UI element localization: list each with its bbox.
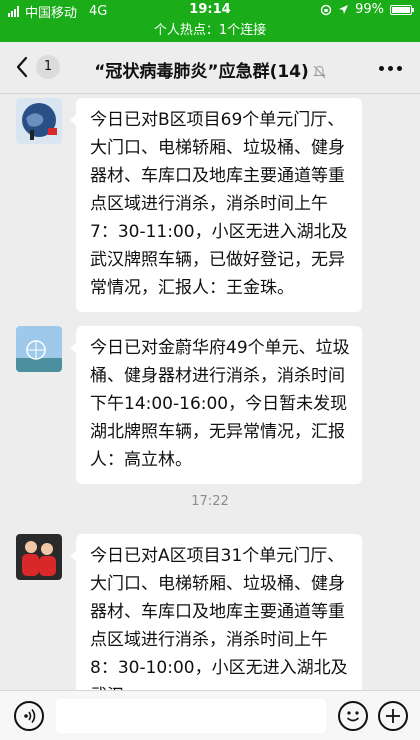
more-dot-icon [379,66,384,71]
ferris-wheel-avatar[interactable] [16,326,62,372]
status-right: 99% [320,2,414,17]
earth-avatar[interactable] [16,98,62,144]
ferris-wheel-avatar-image [16,326,62,372]
location-icon [339,5,349,14]
mute-bell-icon [313,65,326,79]
voice-icon [24,709,36,723]
message-bubble[interactable]: 今日已对B区项目69个单元门厅、大门口、电梯轿厢、垃圾桶、健身器材、车库口及地库… [70,98,362,312]
plus-icon [386,709,400,723]
more-dot-icon [388,66,393,71]
more-options-button[interactable] [379,66,402,71]
message-bubble[interactable]: 今日已对金蔚华府49个单元、垃圾桶、健身器材进行消杀，消杀时间下午14:00-1… [70,326,362,484]
chat-area[interactable]: 今日已对B区项目69个单元门厅、大门口、电梯轿厢、垃圾桶、健身器材、车库口及地库… [0,94,420,690]
add-more-button[interactable] [378,701,408,731]
rotation-lock-icon [320,4,332,15]
input-bar [0,690,420,740]
emoji-button[interactable] [338,701,368,731]
battery-percent: 99% [355,2,384,17]
back-button[interactable]: 1 [16,55,60,79]
message-bubble[interactable]: 今日已对A区项目31个单元门厅、大门口、电梯轿厢、垃圾桶、健身器材、车库口及地库… [70,534,362,690]
smiley-icon [346,711,360,722]
hotspot-banner[interactable]: 个人热点：1个连接 [0,20,420,42]
chevron-left-icon [16,56,28,78]
status-bar: 中国移动 4G 19:14 99% [0,0,420,21]
timestamp-divider: 17:22 [191,494,229,509]
voice-button[interactable] [14,701,44,731]
group-title: “冠状病毒肺炎”应急群(14) [94,62,309,82]
red-people-avatar-image [16,534,62,580]
unread-badge: 1 [36,55,60,79]
more-dot-icon [397,66,402,71]
red-people-avatar[interactable] [16,534,62,580]
earth-avatar-image [16,98,62,144]
message-input[interactable] [56,699,326,733]
page-title: “冠状病毒肺炎”应急群(14) [70,57,350,82]
chat-header: 1 “冠状病毒肺炎”应急群(14) [0,42,420,94]
battery-icon [390,4,414,15]
